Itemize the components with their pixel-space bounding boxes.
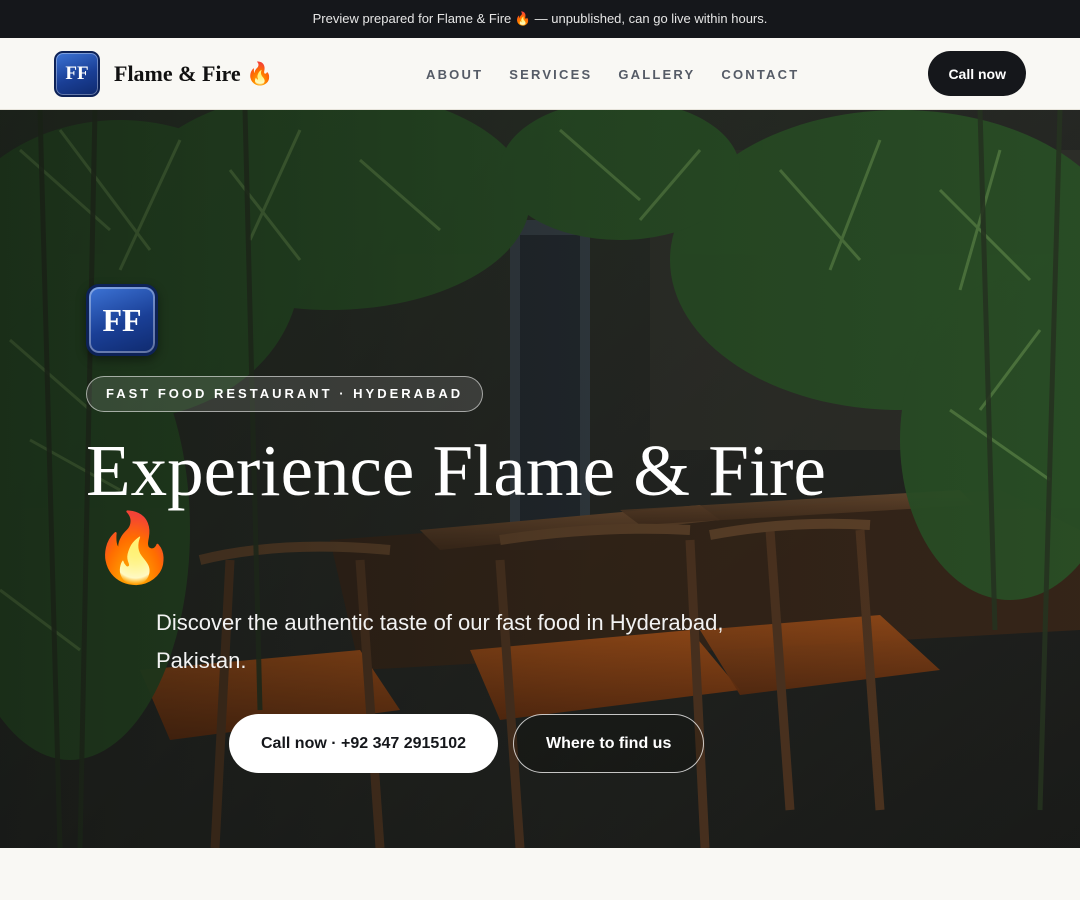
hero-section: FF FAST FOOD RESTAURANT · HYDERABAD Expe…: [0, 110, 1080, 848]
hero-content: FF FAST FOOD RESTAURANT · HYDERABAD Expe…: [86, 284, 886, 773]
hero-category-badge: FAST FOOD RESTAURANT · HYDERABAD: [86, 376, 484, 412]
nav-contact[interactable]: CONTACT: [721, 67, 799, 82]
site-header: FF Flame & Fire 🔥 ABOUT SERVICES GALLERY…: [0, 38, 1080, 110]
hero-subtitle: Discover the authentic taste of our fast…: [156, 610, 724, 673]
preview-banner: Preview prepared for Flame & Fire 🔥 — un…: [0, 0, 1080, 38]
nav-services[interactable]: SERVICES: [509, 67, 592, 82]
main-nav: ABOUT SERVICES GALLERY CONTACT: [426, 38, 799, 110]
brand-name[interactable]: Flame & Fire 🔥: [114, 61, 274, 87]
nav-gallery[interactable]: GALLERY: [618, 67, 695, 82]
hero-title: Experience Flame & Fire 🔥: [86, 434, 886, 588]
header-call-button[interactable]: Call now: [928, 51, 1026, 96]
hero-call-button[interactable]: Call now · +92 347 2915102: [229, 714, 499, 773]
nav-about[interactable]: ABOUT: [426, 67, 483, 82]
fire-icon: 🔥: [92, 510, 177, 586]
hero-find-us-button[interactable]: Where to find us: [513, 714, 705, 773]
brand-logo[interactable]: FF: [54, 50, 100, 97]
hero-actions: Call now · +92 347 2915102 Where to find…: [229, 714, 886, 773]
hero-title-text: Experience Flame & Fire: [86, 430, 826, 511]
brand[interactable]: FF Flame & Fire 🔥: [54, 50, 274, 97]
hero-logo: FF: [86, 284, 158, 356]
preview-banner-text: Preview prepared for Flame & Fire 🔥 — un…: [312, 11, 768, 26]
